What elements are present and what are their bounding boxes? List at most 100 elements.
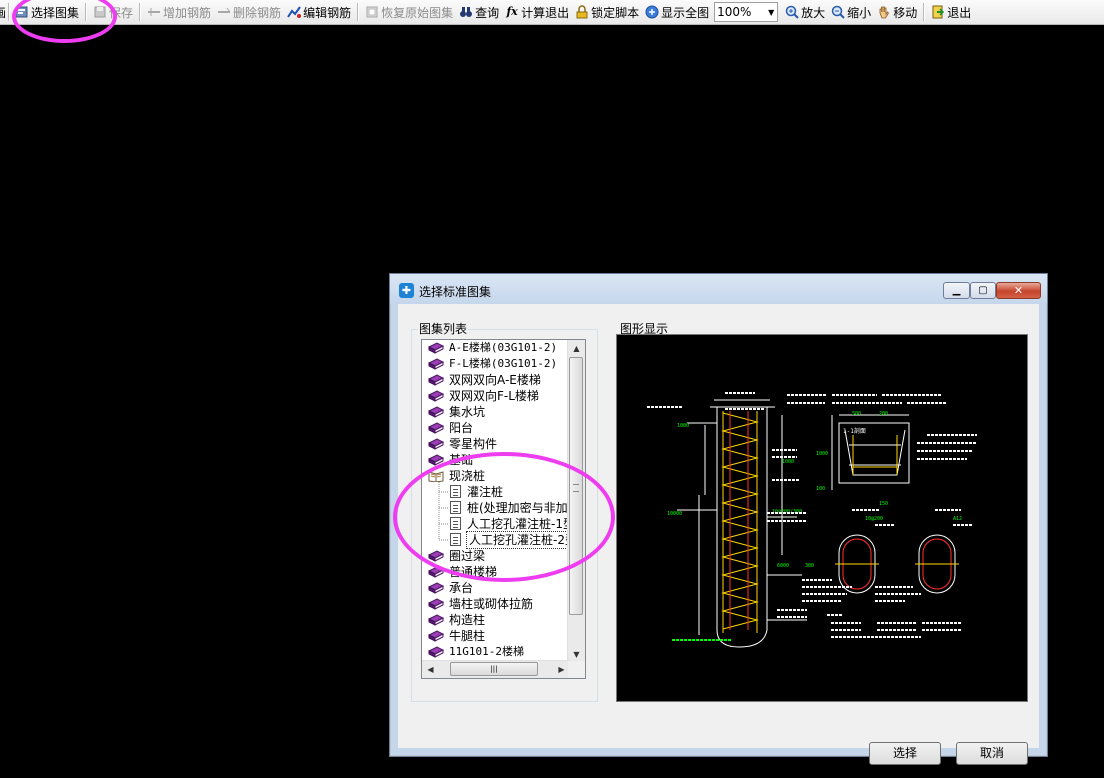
book-icon <box>427 614 445 626</box>
dim-label: 150 <box>879 501 888 507</box>
book-icon <box>427 582 445 594</box>
cancel-button[interactable]: 取消 <box>956 742 1028 765</box>
save-button[interactable]: 保存 <box>90 1 136 23</box>
minimize-icon: ▁ <box>952 285 961 296</box>
lock-script-button[interactable]: 锁定脚本 <box>572 1 642 23</box>
tree-item-label: 阳台 <box>449 421 474 435</box>
tree-rows: A-E楼梯(03G101-2) F-L楼梯(03G101-2) 双网双向A-E楼梯双… <box>422 340 570 663</box>
toolbar-separator <box>357 3 360 21</box>
delete-rebar-button[interactable]: 删除钢筋 <box>214 1 284 23</box>
stirrup-detail-left <box>835 534 879 594</box>
tree-horizontal-scrollbar[interactable]: ◀ ||| ▶ <box>422 660 570 678</box>
save-label: 保存 <box>109 5 134 20</box>
document-icon <box>450 517 461 530</box>
exit-button[interactable]: 退出 <box>928 1 974 23</box>
move-button[interactable]: 移动 <box>874 1 920 23</box>
document-icon <box>450 533 461 546</box>
book-icon <box>427 630 445 642</box>
document-icon <box>450 501 461 514</box>
close-button[interactable]: ✕ <box>996 282 1041 299</box>
exit-label: 退出 <box>947 5 972 20</box>
dialog-title: 选择标准图集 <box>419 285 492 299</box>
drawing-preview: 1-1剖面 1000 1000 100 10000 1000 500 200 1… <box>616 334 1028 702</box>
book-icon <box>427 646 445 658</box>
book-icon <box>427 454 445 466</box>
drawing-labels: 1-1剖面 1000 1000 100 10000 1000 500 200 1… <box>667 411 962 569</box>
dim-label: 500 <box>852 411 861 417</box>
toolbar-left-edge: 画 <box>0 1 8 23</box>
scroll-up-arrow[interactable]: ▲ <box>568 340 585 357</box>
dialog-client: 图集列表 图形显示 A-E楼梯(03G101-2) F-L楼梯(03G101-2)… <box>398 304 1039 765</box>
dim-label: 200 <box>879 411 888 417</box>
dialog-titlebar[interactable]: ✚ 选择标准图集 ▁ ▢ ✕ <box>390 274 1047 304</box>
toolbar-separator <box>923 3 926 21</box>
zoom-select[interactable]: 100% ▼ <box>714 2 779 22</box>
spiral-stirrup <box>721 412 759 630</box>
calc-exit-label: 计算退出 <box>521 5 570 20</box>
delete-rebar-label: 删除钢筋 <box>233 5 282 20</box>
calc-exit-button[interactable]: fx 计算退出 <box>502 1 572 23</box>
tree-item-label: 普通楼梯 <box>449 565 498 579</box>
select-button[interactable]: 选择 <box>869 742 941 765</box>
scroll-left-arrow[interactable]: ◀ <box>422 661 439 678</box>
book-icon <box>427 422 445 434</box>
tree-item-label: 圈过梁 <box>449 549 486 563</box>
tree-item-label: 11G101-2楼梯 <box>449 645 524 658</box>
tree-item-label: 双网双向A-E楼梯 <box>449 373 541 387</box>
edit-rebar-button[interactable]: 编辑钢筋 <box>284 1 354 23</box>
tree-item-label: 承台 <box>449 581 474 595</box>
select-atlas-dialog: ✚ 选择标准图集 ▁ ▢ ✕ 图集列表 图形显示 A-E楼梯(03G101-2)… <box>389 273 1048 765</box>
zoom-in-button[interactable]: 放大 <box>782 1 828 23</box>
edit-rebar-icon <box>287 5 302 19</box>
tree-item-label: A-E楼梯(03G101-2) <box>449 341 558 354</box>
dim-label: 1000 <box>782 459 794 465</box>
drawing-annotation-marks <box>647 392 977 641</box>
dim-label: 100 <box>816 486 825 492</box>
delete-rebar-icon <box>217 5 231 19</box>
section-title: 1-1剖面 <box>843 427 866 435</box>
tree-item-label: F-L楼梯(03G101-2) <box>449 357 558 370</box>
stirrup-detail-right <box>915 534 959 594</box>
document-icon <box>450 485 461 498</box>
maximize-button[interactable]: ▢ <box>970 282 996 299</box>
book-icon <box>427 374 445 386</box>
save-icon <box>93 5 107 19</box>
scroll-thumb[interactable] <box>569 357 583 615</box>
fit-view-label: 显示全图 <box>661 5 710 20</box>
zoom-in-icon <box>785 5 799 19</box>
restore-atlas-button[interactable]: 恢复原始图集 <box>362 1 456 23</box>
query-button[interactable]: 查询 <box>456 1 502 23</box>
add-rebar-button[interactable]: 增加钢筋 <box>144 1 214 23</box>
book-icon <box>427 342 445 354</box>
rebar-label: 10@200 <box>865 516 883 522</box>
tree-item-label: 牛腿柱 <box>449 629 486 643</box>
toolbar-separator <box>85 3 88 21</box>
book-icon <box>427 566 445 578</box>
app-icon: ✚ <box>399 283 414 298</box>
zoom-value: 100% <box>717 5 752 19</box>
chevron-down-icon: ▼ <box>768 7 775 17</box>
atlas-tree[interactable]: A-E楼梯(03G101-2) F-L楼梯(03G101-2) 双网双向A-E楼梯双… <box>421 339 586 679</box>
rebar-label: A12 <box>953 516 962 522</box>
fit-view-icon <box>645 5 659 19</box>
query-label: 查询 <box>475 5 500 20</box>
edit-rebar-label: 编辑钢筋 <box>303 5 352 20</box>
fx-icon: fx <box>506 5 518 18</box>
select-atlas-button[interactable]: 选择图集 <box>12 1 82 23</box>
dim-label: 300 <box>805 563 814 569</box>
book-icon <box>427 550 445 562</box>
tree-item-label: 构造柱 <box>449 613 486 627</box>
dim-label: 1000 <box>677 423 689 429</box>
pile-rebar-cage <box>721 411 759 633</box>
close-icon: ✕ <box>1013 284 1024 297</box>
scroll-thumb-horizontal[interactable]: ||| <box>450 662 538 676</box>
toolbar-separator <box>8 3 10 21</box>
book-icon <box>427 598 445 610</box>
zoom-out-icon <box>831 5 845 19</box>
minimize-button[interactable]: ▁ <box>943 282 970 299</box>
zoom-out-button[interactable]: 缩小 <box>828 1 874 23</box>
exit-icon <box>931 5 945 19</box>
toolbar: 画 选择图集 保存 增加钢筋 删除钢筋 编辑钢筋 恢复原始 <box>0 0 1104 25</box>
fit-view-button[interactable]: 显示全图 <box>642 1 712 23</box>
tree-vertical-scrollbar[interactable]: ▲ ▼ <box>567 340 585 663</box>
